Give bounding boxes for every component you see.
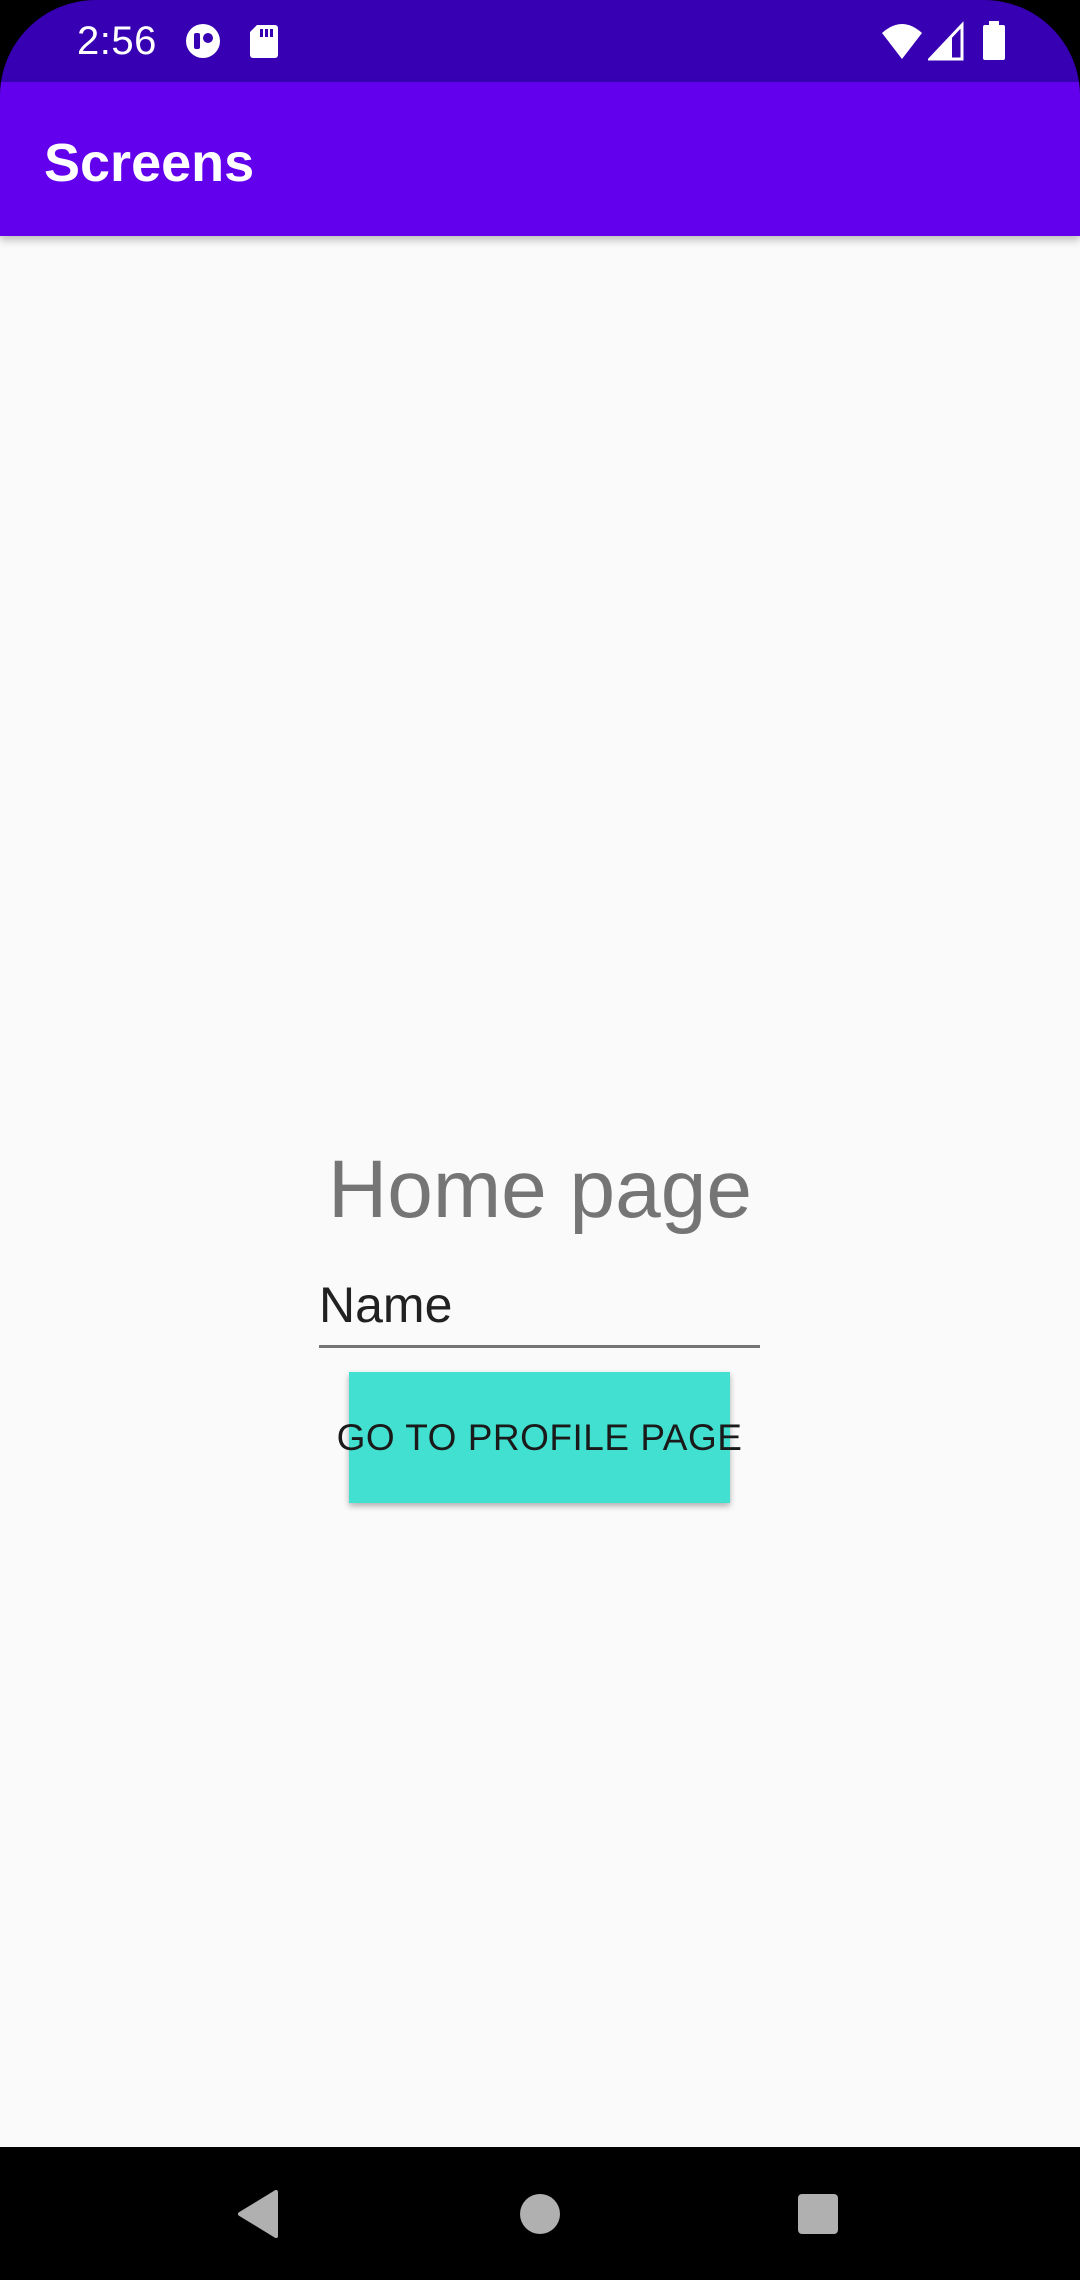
home-button[interactable] xyxy=(460,2147,620,2280)
status-bar: 2:56 xyxy=(0,0,1080,82)
navigation-bar xyxy=(0,2147,1080,2280)
name-field[interactable]: Name xyxy=(319,1272,760,1348)
device-screen: 2:56 Screens Home page Name GO TO PROFIL… xyxy=(0,0,1080,2280)
app-bar: Screens xyxy=(0,82,1080,236)
home-icon xyxy=(520,2193,560,2234)
go-to-profile-button-label: GO TO PROFILE PAGE xyxy=(336,1416,743,1458)
main-content: Home page Name GO TO PROFILE PAGE xyxy=(0,236,1080,2147)
name-field-value: Name xyxy=(319,1277,453,1333)
app-title: Screens xyxy=(44,133,255,193)
page-title: Home page xyxy=(328,1144,752,1235)
status-time: 2:56 xyxy=(77,19,157,63)
back-icon xyxy=(238,2189,278,2238)
go-to-profile-button[interactable]: GO TO PROFILE PAGE xyxy=(337,1372,742,1503)
recents-button[interactable] xyxy=(738,2147,898,2280)
battery-icon xyxy=(983,21,1005,60)
cell-signal-icon xyxy=(928,21,964,61)
sd-card-icon xyxy=(250,25,278,58)
wifi-icon xyxy=(882,24,922,59)
notification-app-icon xyxy=(186,24,220,58)
back-button[interactable] xyxy=(178,2147,338,2280)
recents-icon xyxy=(798,2193,838,2234)
